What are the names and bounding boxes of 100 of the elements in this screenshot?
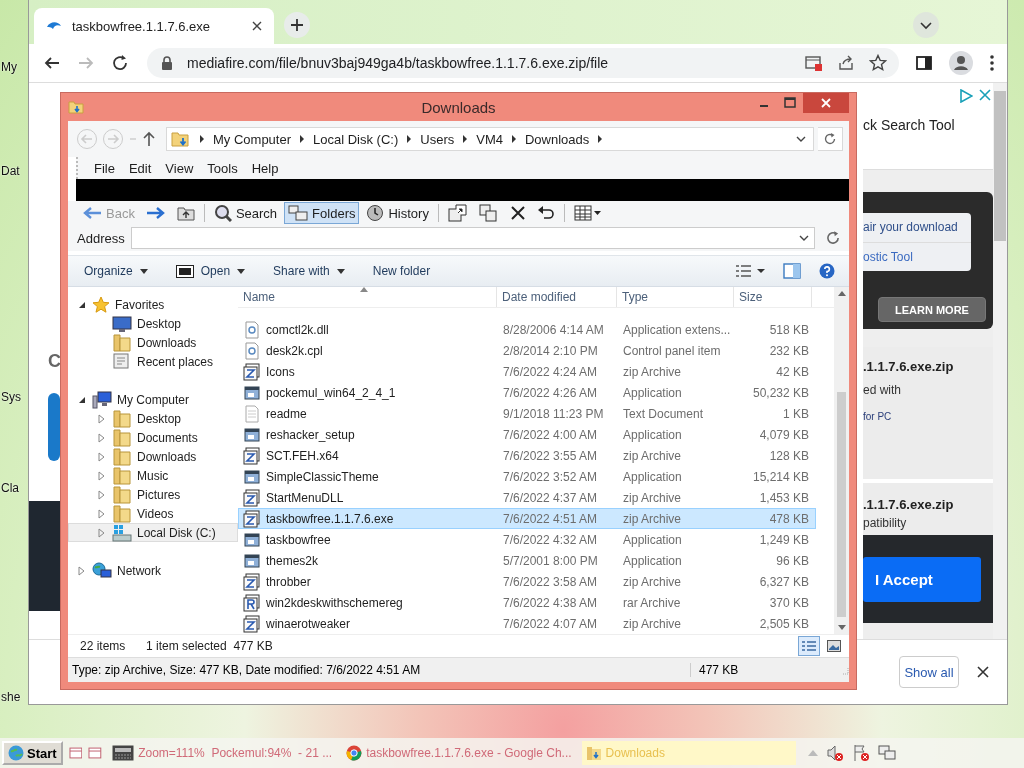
nav-item[interactable]: Desktop (68, 409, 238, 428)
file-row[interactable]: Icons 7/6/2022 4:24 AM zip Archive 42 KB (238, 361, 816, 382)
nav-item[interactable]: Documents (68, 428, 238, 447)
menu-item[interactable]: Tools (207, 160, 238, 176)
nav-item[interactable]: Music (68, 466, 238, 485)
expand-triangle-icon[interactable] (97, 489, 107, 500)
file-row[interactable]: throbber 7/6/2022 3:58 AM zip Archive 6,327 KB (238, 571, 816, 592)
breadcrumb-item[interactable]: Downloads (524, 131, 590, 147)
file-row[interactable]: StartMenuDLL 7/6/2022 4:37 AM zip Archive 1,453 KB (238, 487, 816, 508)
chevron-down-icon[interactable] (795, 134, 807, 144)
nav-item[interactable]: Recent places (68, 352, 238, 371)
scroll-down-icon[interactable] (837, 625, 846, 630)
command-button[interactable]: Organize (84, 264, 148, 278)
command-button[interactable]: New folder (372, 264, 431, 278)
column-header[interactable]: Name (238, 287, 497, 307)
file-row[interactable]: pockemul_win64_2_4_1 7/6/2022 4:26 AM Application 50,232 KB (238, 382, 816, 403)
file-row[interactable]: winaerotweaker 7/6/2022 4:07 AM zip Archive 2,505 KB (238, 613, 816, 634)
expand-triangle-icon[interactable] (97, 527, 107, 538)
scroll-up-icon[interactable] (837, 291, 846, 296)
file-row[interactable]: desk2k.cpl 2/8/2014 2:10 PM Control panel item 232 KB (238, 340, 816, 361)
nav-item[interactable]: Desktop (68, 314, 238, 333)
nav-item[interactable]: Local Disk (C:) (68, 523, 238, 542)
breadcrumb-bar[interactable]: My Computer Local Disk (C:) Users VM4 Downloads (166, 127, 814, 151)
chevron-right-icon[interactable] (510, 135, 517, 143)
chevron-down-icon[interactable] (913, 12, 939, 38)
address-field[interactable] (130, 227, 815, 249)
promo-link[interactable]: air your download (863, 213, 971, 243)
breadcrumb-item[interactable]: Users (420, 131, 455, 147)
chevron-right-icon[interactable] (199, 135, 205, 143)
breadcrumb-item[interactable]: VM4 (476, 131, 503, 147)
help-icon[interactable] (819, 263, 835, 279)
address-bar[interactable]: mediafire.com/file/bnuv3baj949ga4b/taskbowfree.1.1.7.6.exe.zip/file (147, 48, 899, 78)
nav-item[interactable]: Favorites (68, 295, 238, 314)
file-row[interactable]: themes2k 5/7/2001 8:00 PM Application 96 KB (238, 550, 816, 571)
file-row[interactable]: comctl2k.dll 8/28/2006 4:14 AM Application extens... 518 KB (238, 319, 816, 340)
expand-triangle-icon[interactable] (77, 565, 87, 576)
star-icon[interactable] (869, 54, 887, 72)
blocked-popup-icon[interactable] (805, 55, 823, 71)
share-icon[interactable] (837, 55, 855, 71)
file-row[interactable]: win2kdeskwithschemereg 7/6/2022 4:38 AM rar Archive 370 KB (238, 592, 816, 613)
column-header[interactable]: Type (617, 287, 734, 307)
menu-item[interactable]: View (165, 160, 194, 176)
close-icon[interactable] (252, 21, 262, 31)
nav-item[interactable]: Videos (68, 504, 238, 523)
breadcrumb-item[interactable]: Local Disk (C:) (313, 131, 399, 147)
expand-triangle-icon[interactable] (97, 432, 107, 443)
refresh-button[interactable] (818, 127, 843, 151)
nav-item[interactable]: My Computer (68, 390, 238, 409)
expand-triangle-icon[interactable] (97, 413, 107, 424)
promo-link[interactable]: ostic Tool (863, 243, 971, 272)
refresh-icon[interactable] (825, 230, 841, 246)
window-icon[interactable] (68, 746, 83, 760)
profile-avatar-icon[interactable] (949, 51, 973, 75)
search-button[interactable]: Search (209, 202, 282, 224)
menu-icon[interactable] (989, 54, 995, 72)
learn-more-button[interactable]: LEARN MORE (878, 297, 986, 322)
column-header[interactable]: Date modified (497, 287, 617, 307)
file-row[interactable]: taskbowfree 7/6/2022 4:32 AM Application 1,249 KB (238, 529, 816, 550)
file-row[interactable]: SCT.FEH.x64 7/6/2022 3:55 AM zip Archive 128 KB (238, 445, 816, 466)
file-row[interactable]: readme 9/1/2018 11:23 PM Text Document 1 KB (238, 403, 816, 424)
accept-button[interactable]: I Accept (863, 556, 981, 602)
history-button[interactable]: History (362, 202, 433, 224)
view-options-icon[interactable] (735, 264, 765, 278)
file-row[interactable]: taskbowfree.1.1.7.6.exe 7/6/2022 4:51 AM zip Archive 478 KB (238, 508, 816, 529)
chevron-down-icon[interactable] (798, 233, 810, 243)
preview-pane-icon[interactable] (783, 263, 801, 279)
nav-item[interactable]: Downloads (68, 333, 238, 352)
column-header[interactable]: Size (734, 287, 812, 307)
nav-item[interactable]: Downloads (68, 447, 238, 466)
nav-item[interactable]: Network (68, 561, 238, 580)
play-triangle-icon[interactable] (959, 89, 973, 103)
command-button[interactable]: Share with (273, 264, 345, 278)
show-all-button[interactable]: Show all (899, 656, 959, 688)
nav-item[interactable]: Pictures (68, 485, 238, 504)
window-icon[interactable] (88, 746, 103, 760)
command-button[interactable]: Open (175, 264, 246, 278)
page-scrollbar[interactable] (993, 83, 1007, 639)
flag-error-icon[interactable] (852, 744, 870, 762)
browser-tab[interactable]: taskbowfree.1.1.7.6.exe (34, 8, 274, 44)
menu-item[interactable]: File (94, 160, 115, 176)
reload-icon[interactable] (111, 54, 129, 72)
file-row[interactable]: reshacker_setup 7/6/2022 4:00 AM Application 4,079 KB (238, 424, 816, 445)
network-icon[interactable] (878, 744, 896, 762)
speaker-muted-icon[interactable] (826, 744, 844, 762)
expand-triangle-icon[interactable] (97, 451, 107, 462)
chevron-right-icon[interactable] (299, 135, 306, 143)
list-scrollbar[interactable] (834, 287, 849, 634)
expand-triangle-icon[interactable] (97, 508, 107, 519)
new-tab-icon[interactable] (284, 12, 310, 38)
chevron-right-icon[interactable] (406, 135, 413, 143)
chevron-right-icon[interactable] (597, 135, 604, 143)
scroll-thumb[interactable] (837, 392, 846, 617)
breadcrumb-item[interactable]: My Computer (213, 131, 292, 147)
menu-item[interactable]: Help (251, 160, 279, 176)
folders-button[interactable]: Folders (284, 202, 360, 224)
file-link[interactable]: for PC (863, 411, 993, 422)
side-panel-icon[interactable] (915, 54, 933, 72)
expand-triangle-icon[interactable] (97, 470, 107, 481)
start-button[interactable]: Start (2, 741, 63, 765)
chevron-right-icon[interactable] (462, 135, 469, 143)
